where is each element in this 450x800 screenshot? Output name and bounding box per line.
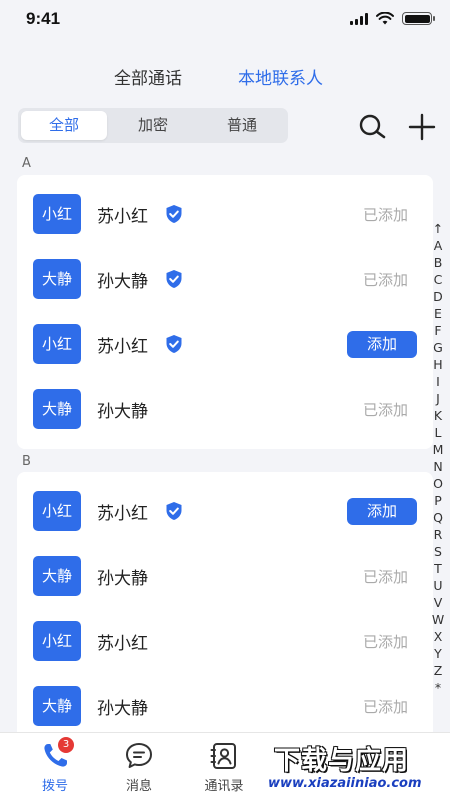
- segment-encrypted[interactable]: 加密: [110, 111, 196, 140]
- status-icons: [350, 12, 435, 25]
- verified-shield-icon: [166, 270, 182, 288]
- avatar: 小红: [33, 324, 81, 364]
- add-contact-button[interactable]: 添加: [347, 331, 417, 358]
- contact-name: 孙大静: [97, 569, 148, 589]
- index-letter[interactable]: F: [434, 322, 441, 339]
- avatar: 小红: [33, 621, 81, 661]
- battery-icon: [402, 12, 435, 25]
- contact-name: 苏小红: [97, 634, 148, 654]
- contact-row[interactable]: 小红 苏小红 已添加: [17, 609, 433, 674]
- index-letter[interactable]: B: [434, 254, 443, 271]
- wifi-icon: [376, 12, 394, 25]
- contact-name: 苏小红: [97, 337, 148, 357]
- contact-name: 苏小红: [97, 207, 148, 227]
- avatar: 小红: [33, 194, 81, 234]
- phone-icon: 3: [40, 737, 74, 771]
- index-letter[interactable]: A: [434, 237, 443, 254]
- search-icon[interactable]: [357, 112, 387, 142]
- contact-row[interactable]: 大静 孙大静 已添加: [17, 544, 433, 609]
- index-letter[interactable]: K: [434, 407, 442, 424]
- contact-row[interactable]: 小红 苏小红 添加: [17, 479, 433, 544]
- index-letter[interactable]: D: [433, 288, 443, 305]
- contact-name: 孙大静: [97, 402, 148, 422]
- watermark-title: 下载与应用: [274, 746, 410, 776]
- nav-contacts[interactable]: 通讯录: [184, 739, 264, 797]
- section-letter-a: A: [22, 156, 31, 171]
- avatar: 大静: [33, 259, 81, 299]
- index-letter[interactable]: I: [436, 373, 440, 390]
- contact-card-b: 小红 苏小红 添加 大静 孙大静 已添加 小红 苏小红 已添加 大静 孙大静 已…: [17, 472, 433, 752]
- verified-shield-icon: [166, 502, 182, 520]
- top-tabs: 全部通话 本地联系人: [0, 64, 450, 90]
- added-status: 已添加: [362, 206, 408, 224]
- index-letter[interactable]: U: [433, 577, 442, 594]
- added-status: 已添加: [362, 698, 408, 716]
- index-letter[interactable]: L: [435, 424, 442, 441]
- index-letter[interactable]: S: [434, 543, 442, 560]
- index-letter[interactable]: E: [434, 305, 442, 322]
- signal-icon: [350, 12, 368, 25]
- message-icon: [124, 741, 154, 771]
- verified-shield-icon: [166, 205, 182, 223]
- filter-segmented-control: 全部 加密 普通: [18, 108, 288, 143]
- index-letter[interactable]: Y: [434, 645, 442, 662]
- tab-all-calls[interactable]: 全部通话: [114, 64, 182, 89]
- index-letter[interactable]: V: [434, 594, 443, 611]
- index-letter[interactable]: M: [433, 441, 444, 458]
- avatar: 大静: [33, 686, 81, 726]
- alphabet-index: ↑ A B C D E F G H I J K L M N O P Q R S …: [428, 220, 448, 696]
- nav-messages[interactable]: 消息: [99, 739, 179, 797]
- status-time: 9:41: [26, 9, 61, 28]
- index-letter[interactable]: C: [434, 271, 443, 288]
- index-letter[interactable]: H: [433, 356, 442, 373]
- plus-icon[interactable]: [407, 112, 437, 142]
- watermark-url: www.xiazaiiniao.com: [268, 776, 422, 791]
- avatar: 大静: [33, 556, 81, 596]
- nav-dial[interactable]: 3 拨号: [15, 737, 95, 797]
- segment-all[interactable]: 全部: [21, 111, 107, 140]
- watermark: 下载与应用 www.xiazaiiniao.com: [266, 736, 450, 800]
- contact-name: 苏小红: [97, 504, 148, 524]
- index-letter[interactable]: G: [433, 339, 443, 356]
- added-status: 已添加: [362, 568, 408, 586]
- index-letter[interactable]: P: [434, 492, 442, 509]
- avatar: 小红: [33, 491, 81, 531]
- index-letter[interactable]: T: [434, 560, 442, 577]
- contact-row[interactable]: 小红 苏小红 添加: [17, 312, 433, 377]
- nav-label: 拨号: [41, 779, 68, 794]
- nav-label: 消息: [125, 779, 152, 794]
- index-letter[interactable]: W: [432, 611, 444, 628]
- status-bar: 9:41: [0, 0, 450, 40]
- verified-shield-icon: [166, 335, 182, 353]
- index-letter[interactable]: N: [433, 458, 442, 475]
- avatar: 大静: [33, 389, 81, 429]
- added-status: 已添加: [362, 401, 408, 419]
- contact-row[interactable]: 小红 苏小红 已添加: [17, 182, 433, 247]
- contact-row[interactable]: 大静 孙大静 已添加: [17, 377, 433, 442]
- index-top[interactable]: ↑: [433, 220, 443, 237]
- section-letter-b: B: [22, 454, 31, 469]
- contact-card-a: 小红 苏小红 已添加 大静 孙大静 已添加 小红 苏小红 添加 大静 孙大静 已…: [17, 175, 433, 449]
- contact-name: 孙大静: [97, 272, 148, 292]
- index-star[interactable]: *: [435, 679, 441, 696]
- index-letter[interactable]: X: [434, 628, 443, 645]
- added-status: 已添加: [362, 633, 408, 651]
- index-letter[interactable]: Z: [434, 662, 443, 679]
- nav-label: 通讯录: [204, 779, 244, 794]
- index-letter[interactable]: O: [433, 475, 443, 492]
- contact-row[interactable]: 大静 孙大静 已添加: [17, 247, 433, 312]
- segment-normal[interactable]: 普通: [199, 111, 285, 140]
- contacts-icon: [209, 741, 239, 771]
- index-letter[interactable]: Q: [433, 509, 443, 526]
- index-letter[interactable]: R: [434, 526, 443, 543]
- contact-name: 孙大静: [97, 699, 148, 719]
- notification-badge: 3: [58, 737, 74, 753]
- added-status: 已添加: [362, 271, 408, 289]
- tab-local-contacts[interactable]: 本地联系人: [238, 64, 323, 89]
- index-letter[interactable]: J: [436, 390, 440, 407]
- contact-row[interactable]: 大静 孙大静 已添加: [17, 674, 433, 739]
- add-contact-button[interactable]: 添加: [347, 498, 417, 525]
